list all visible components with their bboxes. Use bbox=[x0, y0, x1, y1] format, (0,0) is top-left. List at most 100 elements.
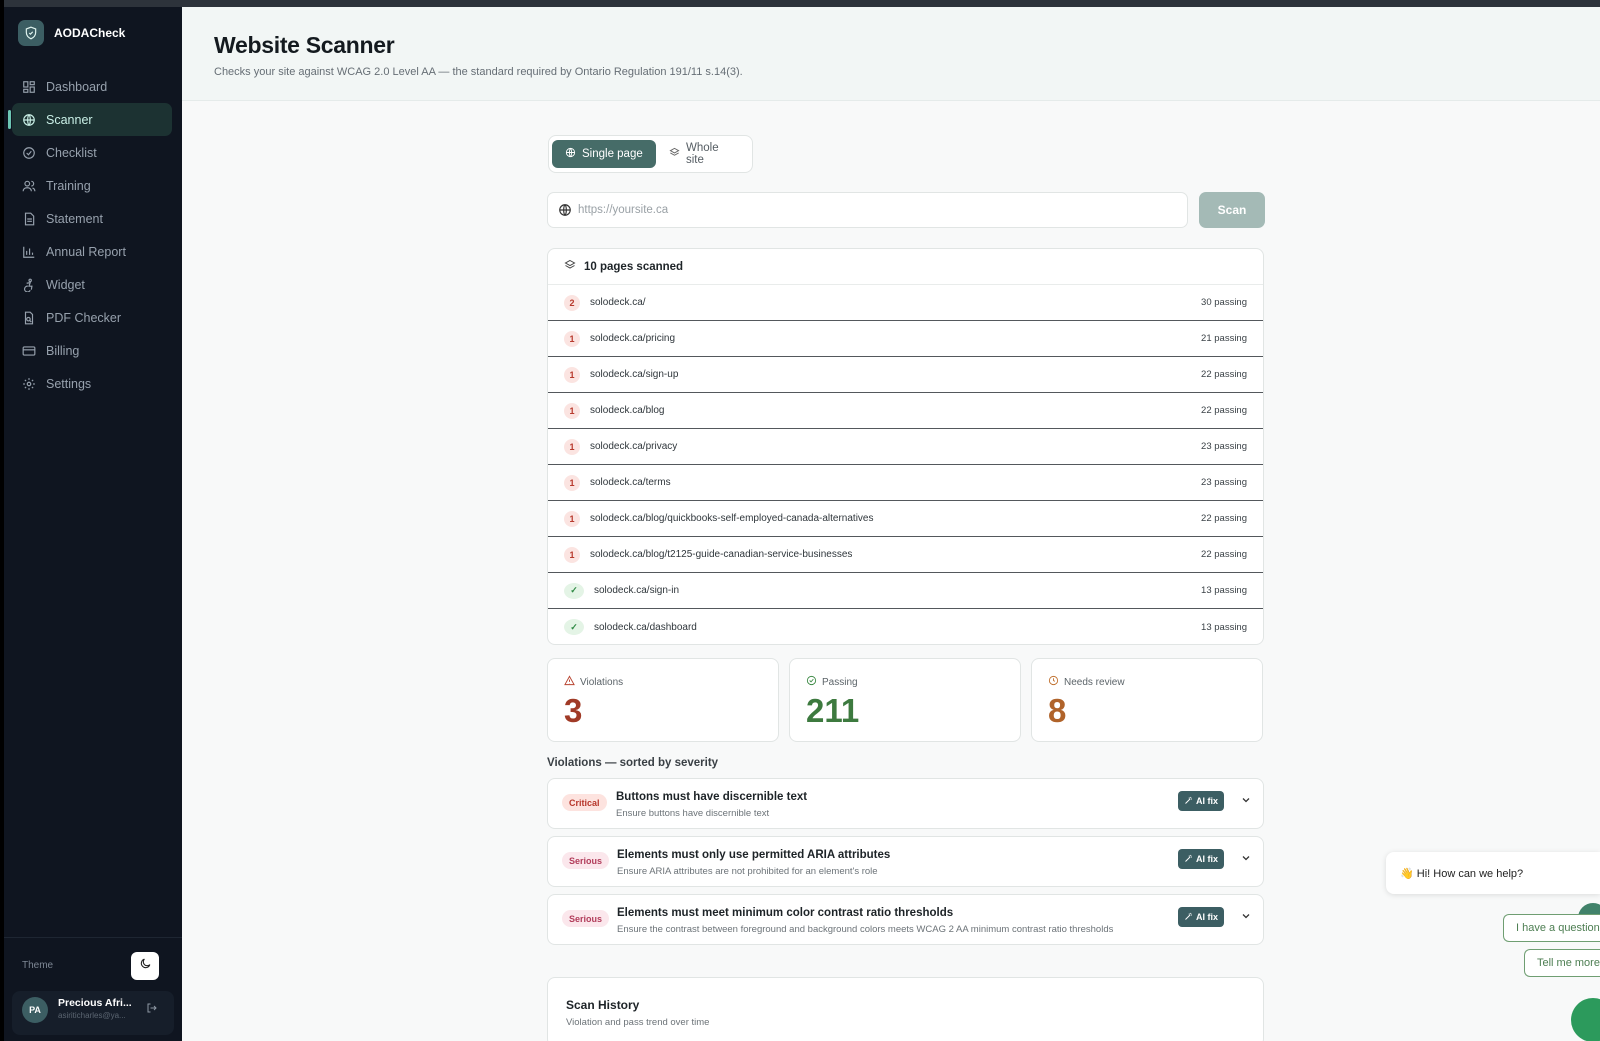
theme-toggle-button[interactable] bbox=[131, 952, 159, 980]
table-row[interactable]: 1 solodeck.ca/sign-up 22 passing bbox=[548, 357, 1263, 393]
page-url: solodeck.ca/blog/quickbooks-self-employe… bbox=[590, 513, 874, 524]
url-input[interactable] bbox=[578, 193, 1178, 227]
sidebar-item-settings[interactable]: Settings bbox=[4, 367, 182, 400]
check-badge-icon: ✓ bbox=[564, 619, 584, 635]
page-header: Website Scanner Checks your site against… bbox=[182, 7, 1600, 101]
passing-stat-label: Passing bbox=[806, 675, 858, 689]
passing-count: 22 passing bbox=[1201, 513, 1247, 524]
violation-count-badge: 1 bbox=[564, 366, 580, 383]
sidebar-item-training[interactable]: Training bbox=[4, 169, 182, 202]
clock-icon bbox=[1048, 675, 1059, 689]
violation-description: Ensure buttons have discernible text bbox=[616, 808, 770, 819]
violations-count: 3 bbox=[564, 692, 583, 729]
stat-label-text: Passing bbox=[822, 676, 858, 688]
violation-description: Ensure ARIA attributes are not prohibite… bbox=[617, 866, 878, 877]
violations-heading: Violations — sorted by severity bbox=[547, 757, 719, 769]
table-row[interactable]: 1 solodeck.ca/privacy 23 passing bbox=[548, 429, 1263, 465]
table-row[interactable]: 1 solodeck.ca/blog/t2125-guide-canadian-… bbox=[548, 537, 1263, 573]
page-url: solodeck.ca/privacy bbox=[590, 441, 678, 452]
user-email: asiriticharles@ya... bbox=[58, 1011, 126, 1020]
sidebar-item-billing[interactable]: Billing bbox=[4, 334, 182, 367]
sidebar-item-label: Settings bbox=[46, 376, 92, 391]
ai-fix-button[interactable]: AI fix bbox=[1178, 849, 1225, 869]
passing-count: 23 passing bbox=[1201, 441, 1247, 452]
table-row[interactable]: ✓ solodeck.ca/sign-in 13 passing bbox=[548, 573, 1263, 609]
ai-fix-label: AI fix bbox=[1196, 912, 1219, 922]
table-row[interactable]: 1 solodeck.ca/pricing 21 passing bbox=[548, 321, 1263, 357]
sidebar-item-pdf-checker[interactable]: PDF Checker bbox=[4, 301, 182, 334]
ai-fix-button[interactable]: AI fix bbox=[1178, 791, 1225, 811]
violation-count-badge: 1 bbox=[564, 474, 580, 491]
chevron-down-icon[interactable] bbox=[1240, 793, 1252, 811]
sidebar: AODACheck Dashboard Scanner Checklist Tr… bbox=[4, 7, 182, 1041]
page-title: Website Scanner bbox=[214, 32, 395, 58]
table-row[interactable]: 2 solodeck.ca/ 30 passing bbox=[548, 285, 1263, 321]
sidebar-item-dashboard[interactable]: Dashboard bbox=[4, 70, 182, 103]
passing-stat-card: Passing 211 bbox=[789, 658, 1021, 742]
pages-scanned-header: 10 pages scanned bbox=[548, 249, 1263, 285]
violation-item[interactable]: Critical Buttons must have discernible t… bbox=[547, 778, 1264, 829]
page-url: solodeck.ca/blog bbox=[590, 405, 665, 416]
table-row[interactable]: 1 solodeck.ca/blog/quickbooks-self-emplo… bbox=[548, 501, 1263, 537]
violations-stat-label: Violations bbox=[564, 675, 623, 689]
passing-count: 22 passing bbox=[1201, 549, 1247, 560]
severity-badge: Serious bbox=[562, 910, 610, 927]
sidebar-item-label: Checklist bbox=[46, 145, 97, 160]
violation-title: Buttons must have discernible text bbox=[616, 791, 808, 803]
needs-review-count: 8 bbox=[1048, 692, 1067, 729]
sidebar-nav: Dashboard Scanner Checklist Training Sta… bbox=[4, 70, 182, 400]
chat-launcher-button[interactable] bbox=[1571, 998, 1600, 1041]
violation-item[interactable]: Serious Elements must only use permitted… bbox=[547, 836, 1264, 887]
page-url: solodeck.ca/sign-in bbox=[594, 585, 680, 596]
sidebar-item-statement[interactable]: Statement bbox=[4, 202, 182, 235]
sidebar-divider bbox=[4, 937, 182, 938]
page-url: solodeck.ca/terms bbox=[590, 477, 671, 488]
single-page-label: Single page bbox=[582, 148, 643, 160]
shield-logo-icon bbox=[18, 20, 44, 46]
page-url: solodeck.ca/blog/t2125-guide-canadian-se… bbox=[590, 549, 853, 560]
moon-icon bbox=[139, 957, 152, 975]
passing-count: 13 passing bbox=[1201, 621, 1247, 633]
check-badge-icon: ✓ bbox=[564, 582, 584, 599]
scan-button[interactable]: Scan bbox=[1199, 192, 1265, 228]
page-url: solodeck.ca/ bbox=[590, 297, 646, 308]
chevron-down-icon[interactable] bbox=[1240, 851, 1252, 869]
table-row[interactable]: 1 solodeck.ca/terms 23 passing bbox=[548, 465, 1263, 501]
violations-stat-card: Violations 3 bbox=[547, 658, 779, 742]
ai-fix-button[interactable]: AI fix bbox=[1178, 907, 1225, 927]
passing-count: 23 passing bbox=[1201, 477, 1247, 488]
chat-option-tell-me-more[interactable]: Tell me more bbox=[1524, 949, 1600, 977]
ai-fix-label: AI fix bbox=[1196, 854, 1219, 864]
sidebar-item-label: Training bbox=[46, 178, 91, 193]
user-profile[interactable]: PA Precious Afri... asiriticharles@ya... bbox=[12, 991, 174, 1035]
chevron-down-icon[interactable] bbox=[1240, 909, 1252, 927]
layers-icon bbox=[564, 259, 576, 274]
chat-option-question[interactable]: I have a question bbox=[1503, 914, 1600, 942]
warning-triangle-icon bbox=[564, 675, 575, 689]
brand[interactable]: AODACheck bbox=[18, 20, 125, 46]
dashboard-icon bbox=[22, 80, 36, 94]
single-page-tab[interactable]: Single page bbox=[552, 140, 656, 168]
table-row[interactable]: ✓ solodeck.ca/dashboard 13 passing bbox=[548, 609, 1263, 644]
app-name: AODACheck bbox=[54, 26, 126, 40]
sidebar-item-widget[interactable]: Widget bbox=[4, 268, 182, 301]
user-name: Precious Afri... bbox=[58, 997, 132, 1009]
gear-icon bbox=[22, 377, 36, 391]
page-url: solodeck.ca/pricing bbox=[590, 333, 676, 344]
avatar: PA bbox=[22, 997, 48, 1023]
sidebar-item-checklist[interactable]: Checklist bbox=[4, 136, 182, 169]
wand-icon bbox=[1184, 796, 1193, 807]
sidebar-item-label: Billing bbox=[46, 343, 80, 358]
passing-count: 211 bbox=[806, 692, 860, 729]
sidebar-item-label: Widget bbox=[46, 277, 85, 292]
sidebar-item-scanner[interactable]: Scanner bbox=[8, 103, 172, 136]
violation-count-badge: 1 bbox=[564, 546, 580, 563]
table-row[interactable]: 1 solodeck.ca/blog 22 passing bbox=[548, 393, 1263, 429]
page-url: solodeck.ca/sign-up bbox=[590, 369, 679, 380]
violation-item[interactable]: Serious Elements must meet minimum color… bbox=[547, 894, 1264, 945]
violation-count-badge: 1 bbox=[564, 438, 580, 455]
passing-count: 30 passing bbox=[1201, 297, 1247, 308]
logout-icon[interactable] bbox=[146, 1001, 158, 1019]
sidebar-item-annual-report[interactable]: Annual Report bbox=[4, 235, 182, 268]
whole-site-tab[interactable]: Whole site bbox=[656, 140, 752, 168]
